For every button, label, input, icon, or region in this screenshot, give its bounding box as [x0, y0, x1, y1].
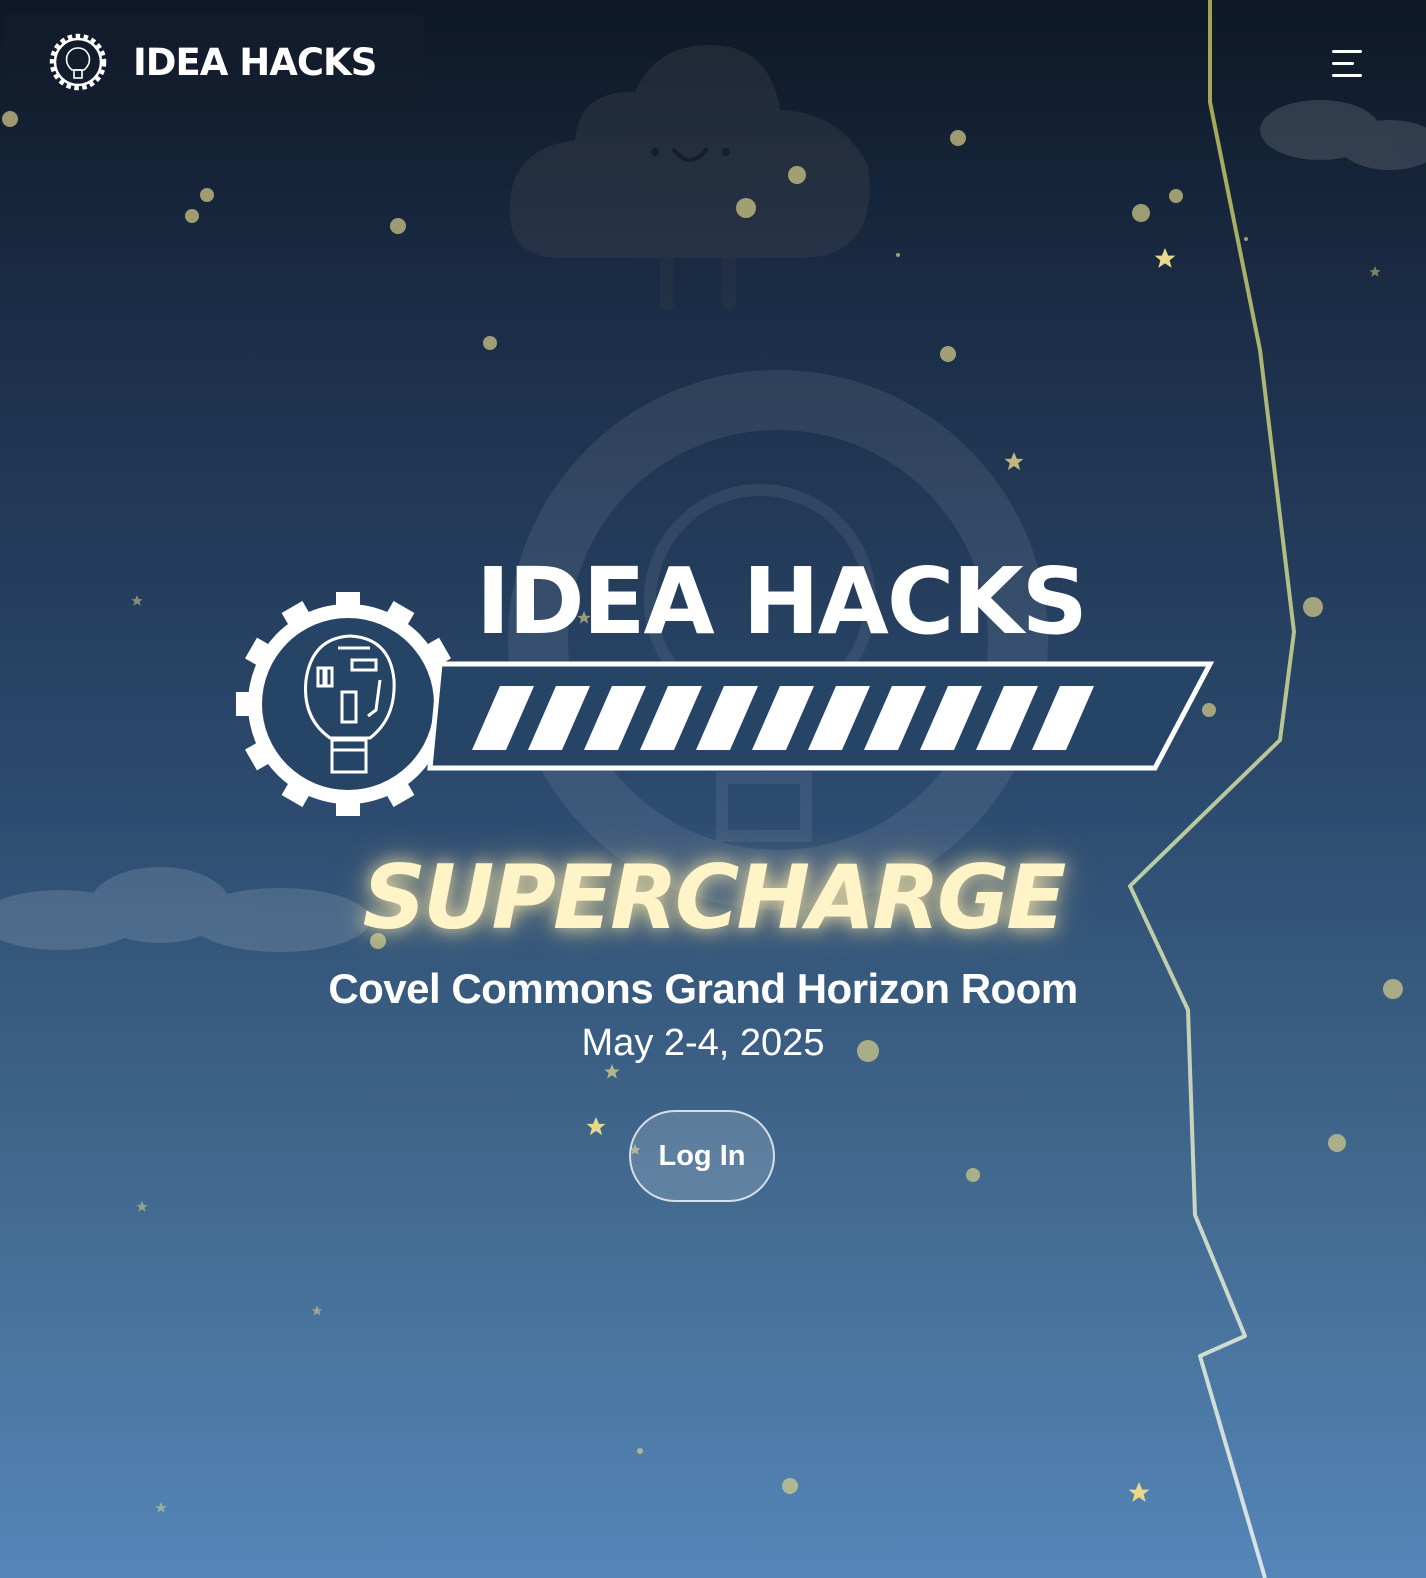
lightbulb-gear-icon[interactable] [48, 32, 108, 92]
brand-name[interactable]: IDEA HACKS [133, 38, 377, 88]
event-dates: May 2-4, 2025 [581, 1022, 825, 1064]
hamburger-menu-icon[interactable] [1330, 46, 1370, 82]
login-button[interactable]: Log In [629, 1110, 775, 1202]
cloud-mascot [509, 45, 870, 310]
theme-title: SUPERCHARGE [362, 846, 1067, 949]
gear-icon [236, 592, 460, 816]
event-venue: Covel Commons Grand Horizon Room [328, 965, 1078, 1012]
hero-title: IDEA HACKS [476, 548, 1088, 655]
